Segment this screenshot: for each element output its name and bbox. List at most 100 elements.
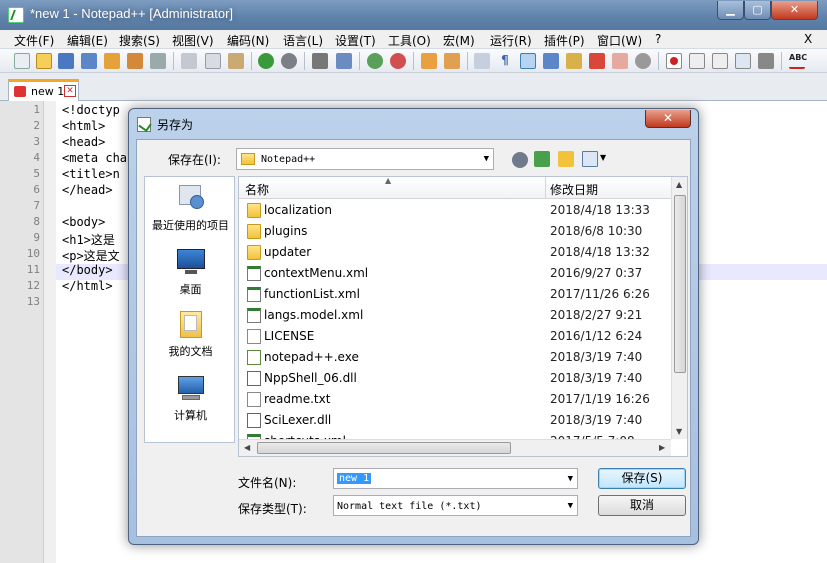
- dialog-body: 保存在(I): Notepad++ ▼ ▼ 最近使用的项目 桌面 我的文档 计算…: [136, 139, 691, 537]
- place-computer[interactable]: 计算机: [145, 373, 236, 423]
- toolbar-separator: [467, 52, 468, 70]
- close-tab-icon[interactable]: ✕: [64, 85, 76, 97]
- scroll-thumb[interactable]: [257, 442, 511, 454]
- list-item[interactable]: readme.txt 2017/1/19 16:26: [239, 389, 671, 410]
- maximize-button[interactable]: ▢: [744, 1, 771, 20]
- toolbar-separator: [251, 52, 252, 70]
- indent-guide-icon[interactable]: [520, 53, 536, 69]
- menu-run[interactable]: 运行(R): [490, 32, 532, 49]
- list-item[interactable]: SciLexer.dll 2018/3/19 7:40: [239, 410, 671, 431]
- back-icon[interactable]: [512, 152, 528, 168]
- menu-file[interactable]: 文件(F): [14, 32, 54, 49]
- menu-help[interactable]: ?: [655, 32, 661, 46]
- close-all-icon[interactable]: [127, 53, 143, 69]
- title-bar: *new 1 - Notepad++ [Administrator] ▁ ▢ ✕: [0, 0, 827, 30]
- spell-check-icon[interactable]: ABC: [789, 53, 807, 69]
- save-icon[interactable]: [58, 53, 74, 69]
- filetype-dropdown[interactable]: Normal text file (*.txt) ▼: [333, 495, 578, 516]
- place-recent[interactable]: 最近使用的项目: [145, 183, 236, 233]
- save-button[interactable]: 保存(S): [598, 468, 686, 489]
- list-item[interactable]: NppShell_06.dll 2018/3/19 7:40: [239, 368, 671, 389]
- menu-bar: 文件(F) 编辑(E) 搜索(S) 视图(V) 编码(N) 语言(L) 设置(T…: [0, 30, 827, 49]
- function-list-icon[interactable]: [589, 53, 605, 69]
- monitoring-icon[interactable]: [635, 53, 651, 69]
- sync-horizontal-icon[interactable]: [444, 53, 460, 69]
- view-menu-icon[interactable]: [582, 151, 598, 167]
- sync-vertical-icon[interactable]: [421, 53, 437, 69]
- list-item[interactable]: langs.model.xml 2018/2/27 9:21: [239, 305, 671, 326]
- up-folder-icon[interactable]: [534, 151, 550, 167]
- scroll-thumb[interactable]: [674, 195, 686, 373]
- folder-icon: [247, 203, 261, 218]
- run-macro-multiple-icon[interactable]: [735, 53, 751, 69]
- chevron-down-icon[interactable]: ▼: [600, 153, 606, 162]
- horizontal-scrollbar[interactable]: ◀ ▶: [239, 439, 671, 456]
- paste-icon[interactable]: [228, 53, 244, 69]
- tab-new-1[interactable]: new 1 ✕: [8, 79, 79, 101]
- list-item[interactable]: notepad++.exe 2018/3/19 7:40: [239, 347, 671, 368]
- list-item[interactable]: updater 2018/4/18 13:32: [239, 242, 671, 263]
- menu-encoding[interactable]: 编码(N): [227, 32, 269, 49]
- menu-search[interactable]: 搜索(S): [119, 32, 160, 49]
- dialog-close-button[interactable]: ✕: [645, 110, 691, 128]
- zoom-in-icon[interactable]: [367, 53, 383, 69]
- save-all-icon[interactable]: [81, 53, 97, 69]
- menu-tools[interactable]: 工具(O): [388, 32, 431, 49]
- scroll-left-icon[interactable]: ◀: [244, 443, 250, 452]
- new-file-icon[interactable]: [14, 53, 30, 69]
- list-item[interactable]: LICENSE 2016/1/12 6:24: [239, 326, 671, 347]
- column-header-name[interactable]: 名称: [245, 181, 269, 198]
- filename-value: new 1: [337, 473, 372, 484]
- menu-settings[interactable]: 设置(T): [335, 32, 376, 49]
- print-icon[interactable]: [150, 53, 166, 69]
- list-item[interactable]: functionList.xml 2017/11/26 6:26: [239, 284, 671, 305]
- folder-as-workspace-icon[interactable]: [612, 53, 628, 69]
- menu-view[interactable]: 视图(V): [172, 32, 214, 49]
- scroll-right-icon[interactable]: ▶: [659, 443, 665, 452]
- cancel-button[interactable]: 取消: [598, 495, 686, 516]
- place-documents[interactable]: 我的文档: [145, 309, 236, 359]
- new-folder-icon[interactable]: [558, 151, 574, 167]
- filename-label: 文件名(N):: [238, 476, 297, 490]
- find-icon[interactable]: [312, 53, 328, 69]
- stop-macro-icon[interactable]: [689, 53, 705, 69]
- chevron-down-icon[interactable]: ▼: [568, 474, 573, 484]
- close-window-button[interactable]: ✕: [771, 1, 818, 20]
- vertical-scrollbar[interactable]: ▲ ▼: [671, 177, 687, 439]
- close-document-x[interactable]: X: [804, 32, 812, 46]
- file-date: 2016/1/12 6:24: [550, 329, 643, 343]
- undo-icon[interactable]: [258, 53, 274, 69]
- play-macro-icon[interactable]: [712, 53, 728, 69]
- redo-icon[interactable]: [281, 53, 297, 69]
- scroll-up-icon[interactable]: ▲: [676, 180, 682, 189]
- file-list[interactable]: 名称 ▲ 修改日期 localization 2018/4/18 13:33 pl…: [238, 176, 688, 457]
- menu-edit[interactable]: 编辑(E): [67, 32, 108, 49]
- scroll-down-icon[interactable]: ▼: [676, 427, 682, 436]
- filename-input[interactable]: new 1 ▼: [333, 468, 578, 489]
- code-line: <html>: [62, 119, 106, 133]
- copy-icon[interactable]: [205, 53, 221, 69]
- cut-icon[interactable]: [181, 53, 197, 69]
- list-item[interactable]: contextMenu.xml 2016/9/27 0:37: [239, 263, 671, 284]
- zoom-out-icon[interactable]: [390, 53, 406, 69]
- list-item[interactable]: localization 2018/4/18 13:33: [239, 200, 671, 221]
- lang-define-icon[interactable]: [543, 53, 559, 69]
- save-in-dropdown[interactable]: Notepad++ ▼: [236, 148, 494, 170]
- menu-language[interactable]: 语言(L): [283, 32, 323, 49]
- doc-map-icon[interactable]: [566, 53, 582, 69]
- place-desktop[interactable]: 桌面: [145, 247, 236, 297]
- column-header-date[interactable]: 修改日期: [550, 181, 598, 198]
- save-macro-icon[interactable]: [758, 53, 774, 69]
- show-all-chars-icon[interactable]: ¶: [497, 53, 513, 69]
- record-macro-icon[interactable]: [666, 53, 682, 69]
- list-item[interactable]: plugins 2018/6/8 10:30: [239, 221, 671, 242]
- open-folder-icon[interactable]: [36, 53, 52, 69]
- close-file-icon[interactable]: [104, 53, 120, 69]
- menu-macro[interactable]: 宏(M): [443, 32, 475, 49]
- place-label: 我的文档: [168, 345, 213, 358]
- minimize-button[interactable]: ▁: [717, 1, 744, 20]
- menu-plugins[interactable]: 插件(P): [544, 32, 585, 49]
- menu-window[interactable]: 窗口(W): [597, 32, 642, 49]
- replace-icon[interactable]: [336, 53, 352, 69]
- word-wrap-icon[interactable]: [474, 53, 490, 69]
